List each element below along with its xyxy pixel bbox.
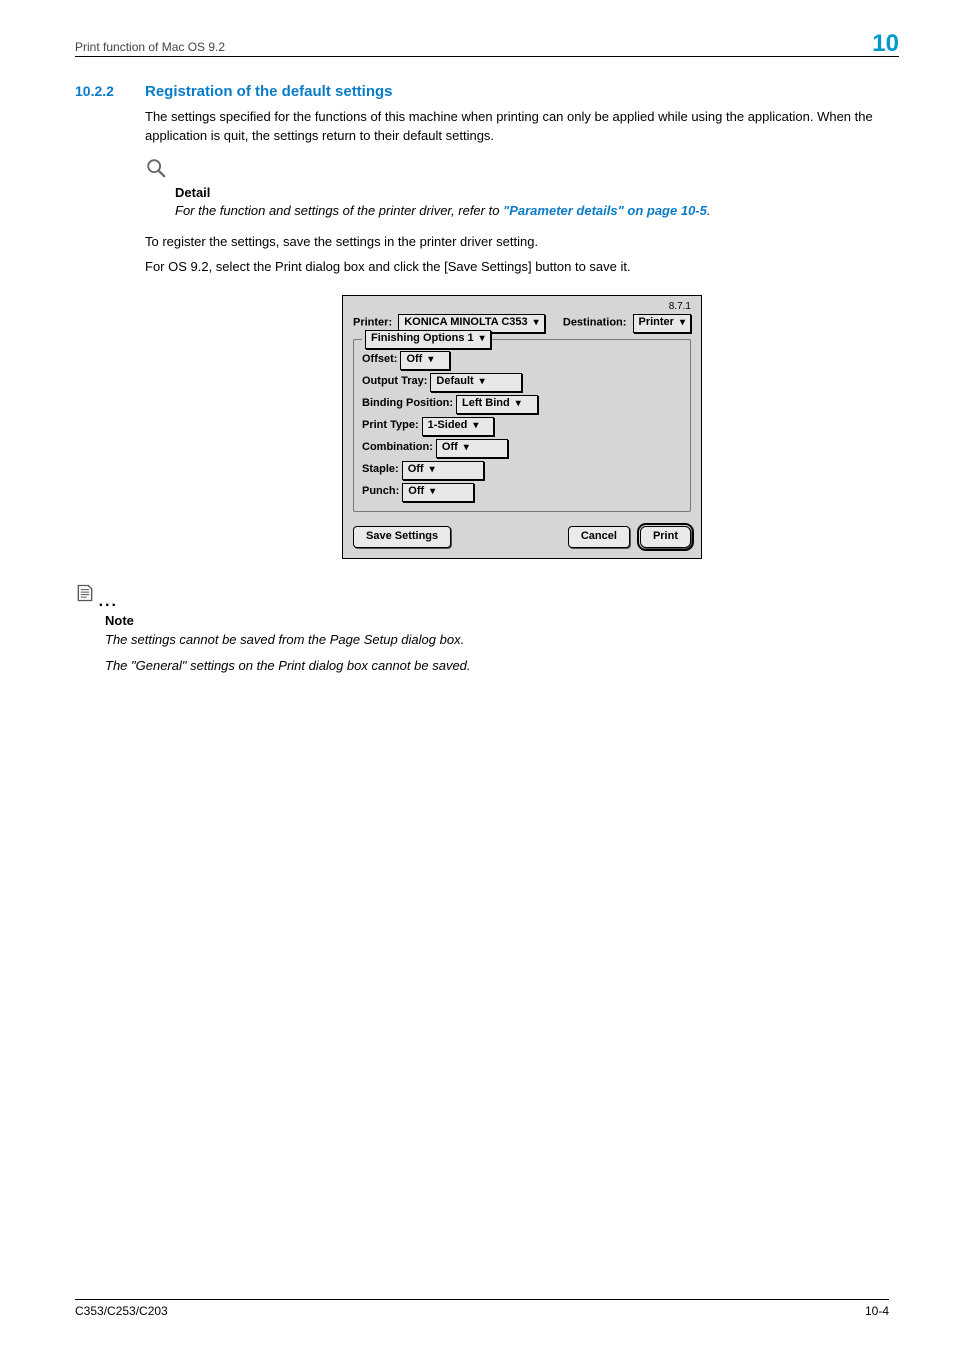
footer-model: C353/C253/C203 (75, 1304, 168, 1318)
panel-select[interactable]: Finishing Options 1 ▾ (365, 330, 491, 349)
detail-heading: Detail (175, 184, 899, 203)
destination-select-value: Printer (639, 315, 674, 331)
header-section-title: Print function of Mac OS 9.2 (75, 40, 225, 54)
print-button[interactable]: Print (640, 526, 691, 548)
staple-label: Staple: (362, 462, 399, 478)
note-heading: Note (105, 612, 899, 631)
staple-select[interactable]: Off ▾ (402, 461, 484, 480)
select-arrow-icon: ▾ (430, 487, 435, 497)
destination-select[interactable]: Printer ▾ (633, 314, 692, 333)
punch-select-value: Off (408, 484, 424, 500)
punch-select[interactable]: Off ▾ (402, 483, 474, 502)
offset-label: Offset: (362, 352, 397, 368)
paragraph-os92: For OS 9.2, select the Print dialog box … (145, 258, 899, 277)
select-arrow-icon: ▾ (680, 318, 685, 328)
output-tray-label: Output Tray: (362, 374, 427, 390)
detail-body-prefix: For the function and settings of the pri… (175, 203, 503, 218)
combination-select[interactable]: Off ▾ (436, 439, 508, 458)
paragraph-register: To register the settings, save the setti… (145, 233, 899, 252)
staple-select-value: Off (408, 462, 424, 478)
select-arrow-icon: ▾ (516, 399, 521, 409)
select-arrow-icon: ▾ (534, 318, 539, 328)
select-arrow-icon: ▾ (464, 443, 469, 453)
print-type-select[interactable]: 1-Sided ▾ (422, 417, 494, 436)
panel-select-value: Finishing Options 1 (371, 331, 474, 347)
select-arrow-icon: ▾ (473, 421, 478, 431)
ellipsis-icon: ... (99, 593, 118, 610)
footer-page-number: 10-4 (865, 1304, 889, 1318)
destination-label: Destination: (563, 316, 627, 328)
section-title: Registration of the default settings (145, 83, 393, 100)
select-arrow-icon: ▾ (480, 377, 485, 387)
note-line-1: The settings cannot be saved from the Pa… (105, 631, 899, 650)
section-number: 10.2.2 (75, 83, 145, 99)
print-type-select-value: 1-Sided (428, 418, 468, 434)
print-dialog: 8.7.1 Printer: KONICA MINOLTA C353 ▾ Des… (342, 295, 702, 559)
select-arrow-icon: ▾ (480, 334, 485, 344)
detail-body: For the function and settings of the pri… (175, 202, 899, 221)
output-tray-select[interactable]: Default ▾ (430, 373, 522, 392)
save-settings-button[interactable]: Save Settings (353, 526, 451, 548)
select-arrow-icon: ▾ (430, 465, 435, 475)
binding-position-select[interactable]: Left Bind ▾ (456, 395, 538, 414)
paragraph-intro: The settings specified for the functions… (145, 108, 899, 146)
punch-label: Punch: (362, 484, 399, 500)
combination-label: Combination: (362, 440, 433, 456)
chapter-number: 10 (872, 30, 899, 58)
binding-position-select-value: Left Bind (462, 396, 510, 412)
cancel-button[interactable]: Cancel (568, 526, 630, 548)
panel-fieldset: Finishing Options 1 ▾ Offset: Off ▾ Outp… (353, 339, 691, 512)
output-tray-select-value: Default (436, 374, 473, 390)
dialog-version: 8.7.1 (669, 300, 691, 315)
print-type-label: Print Type: (362, 418, 419, 434)
parameter-details-link[interactable]: "Parameter details" on page 10-5 (503, 203, 707, 218)
note-icon (75, 586, 101, 608)
detail-body-suffix: . (707, 203, 711, 218)
note-line-2: The "General" settings on the Print dial… (105, 657, 899, 676)
select-arrow-icon: ▾ (428, 355, 433, 365)
offset-select[interactable]: Off ▾ (400, 351, 450, 370)
binding-position-label: Binding Position: (362, 396, 453, 412)
combination-select-value: Off (442, 440, 458, 456)
offset-select-value: Off (406, 352, 422, 368)
printer-label: Printer: (353, 316, 392, 328)
